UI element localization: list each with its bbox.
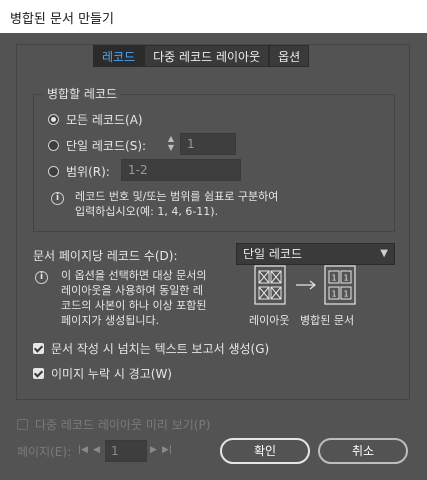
radio-single-record-label: 단일 레코드(S): — [66, 139, 147, 153]
single-record-stepper[interactable]: ▲ ▼ — [164, 134, 178, 154]
missing-image-alert-label: 이미지 누락 시 경고(W) — [51, 367, 172, 381]
stepper-down-icon[interactable]: ▼ — [164, 143, 178, 152]
radio-all-records[interactable]: 모든 레코드(A) — [48, 111, 143, 128]
radio-range[interactable]: 범위(R): — [48, 163, 110, 180]
illustration-merged-caption: 병합된 문서 — [300, 314, 355, 327]
records-per-page-select[interactable]: 단일 레코드 ▼ — [236, 243, 395, 265]
overset-report-checkbox[interactable] — [33, 343, 44, 354]
radio-range-indicator[interactable] — [48, 166, 59, 177]
ok-button[interactable]: 확인 — [220, 438, 310, 464]
info-icon: i — [35, 271, 48, 284]
window-title: 병합된 문서 만들기 — [10, 12, 114, 27]
radio-all-records-label: 모든 레코드(A) — [66, 113, 143, 127]
layout-info-line-3: 코드의 사본이 하나 이상 포함된 — [61, 299, 207, 312]
records-group-legend: 병합할 레코드 — [43, 85, 122, 102]
radio-all-records-indicator[interactable] — [48, 114, 59, 125]
layout-to-merged-illustration: 1 1 1 1 — [254, 265, 356, 305]
stepper-up-icon[interactable]: ▲ — [164, 134, 178, 143]
layout-info-text: 이 옵션을 선택하면 대상 문서의 레이아웃을 사용하여 동일한 레 코드의 사… — [61, 268, 207, 328]
records-info-line-2: 입력하십시오(예: 1, 4, 6-11). — [75, 205, 219, 218]
title-bar: 병합된 문서 만들기 — [0, 0, 427, 33]
chevron-down-icon: ▼ — [380, 248, 388, 259]
prev-page-icon[interactable]: ◀ — [93, 445, 100, 455]
records-info-text: 레코드 번호 및/또는 범위를 쉼표로 구분하여 입력하십시오(예: 1, 4,… — [75, 189, 278, 219]
records-info-line-1: 레코드 번호 및/또는 범위를 쉼표로 구분하여 — [75, 190, 279, 203]
layout-info-line-1: 이 옵션을 선택하면 대상 문서의 — [61, 269, 207, 282]
preview-multi-record-option[interactable]: 다중 레코드 레이아웃 미리 보기(P) — [17, 416, 210, 433]
cancel-button[interactable]: 취소 — [318, 438, 408, 464]
range-input[interactable]: 1-2 — [121, 159, 241, 181]
last-page-icon[interactable]: ▶| — [162, 445, 172, 455]
preview-label: 다중 레코드 레이아웃 미리 보기(P) — [35, 418, 211, 432]
layout-info-line-2: 레이아웃을 사용하여 동일한 레 — [61, 284, 204, 297]
tab-options[interactable]: 옵션 — [269, 45, 310, 67]
info-icon: i — [51, 192, 64, 205]
svg-text:1: 1 — [343, 290, 348, 299]
svg-text:1: 1 — [343, 274, 348, 283]
radio-single-record-indicator[interactable] — [48, 140, 59, 151]
next-page-icon[interactable]: ▶ — [150, 445, 157, 455]
svg-text:1: 1 — [331, 274, 336, 283]
tab-bar: 레코드 다중 레코드 레이아웃 옵션 — [93, 45, 310, 67]
layout-page-icon — [254, 265, 286, 305]
radio-range-label: 범위(R): — [66, 165, 110, 179]
single-record-input[interactable]: 1 — [180, 133, 236, 155]
overset-report-option[interactable]: 문서 작성 시 넘치는 텍스트 보고서 생성(G) — [33, 340, 269, 357]
page-input[interactable]: 1 — [105, 440, 147, 462]
illustration-layout-caption: 레이아웃 — [249, 314, 290, 327]
merged-page-icon: 1 1 1 1 — [324, 265, 356, 305]
preview-checkbox[interactable] — [17, 419, 28, 430]
tab-multi-record-layout[interactable]: 다중 레코드 레이아웃 — [144, 45, 270, 67]
arrow-right-icon — [296, 280, 316, 290]
missing-image-alert-checkbox[interactable] — [33, 368, 44, 379]
tab-records[interactable]: 레코드 — [93, 45, 145, 67]
page-label: 페이지(E): — [17, 445, 72, 459]
radio-single-record[interactable]: 단일 레코드(S): — [48, 137, 146, 154]
first-page-icon[interactable]: |◀ — [78, 445, 88, 455]
overset-report-label: 문서 작성 시 넘치는 텍스트 보고서 생성(G) — [51, 342, 270, 356]
layout-info-line-4: 페이지가 생성됩니다. — [61, 314, 160, 327]
missing-image-alert-option[interactable]: 이미지 누락 시 경고(W) — [33, 365, 172, 382]
svg-text:1: 1 — [331, 290, 336, 299]
records-per-page-value: 단일 레코드 — [243, 247, 303, 261]
records-per-page-label: 문서 페이지당 레코드 수(D): — [33, 249, 178, 263]
